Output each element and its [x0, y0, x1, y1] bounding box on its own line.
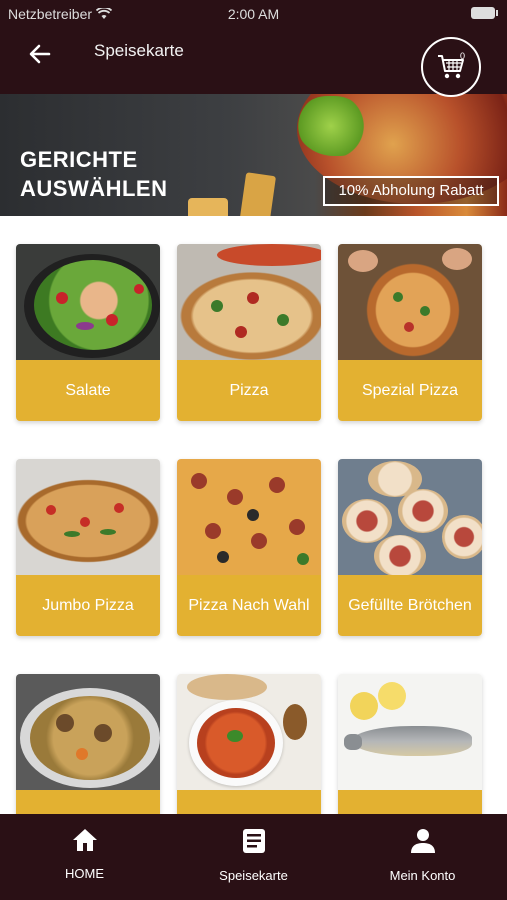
category-label: Salate	[16, 360, 160, 421]
category-card-pizza[interactable]: Pizza	[177, 244, 321, 421]
filled-rolls-image	[338, 459, 482, 575]
category-label: Gefüllte Brötchen	[338, 575, 482, 636]
jumbo-pizza-image	[16, 459, 160, 575]
cart-button[interactable]: 0	[421, 37, 481, 97]
category-label	[16, 790, 160, 814]
sauce-image	[177, 674, 321, 790]
nav-mein-konto[interactable]: Mein Konto	[338, 814, 507, 900]
category-label	[338, 790, 482, 814]
category-card-gefuellte-broetchen[interactable]: Gefüllte Brötchen	[338, 459, 482, 636]
category-label: Pizza	[177, 360, 321, 421]
home-icon	[72, 829, 97, 851]
pizza-image	[177, 244, 321, 360]
discount-badge: 10% Abholung Rabatt	[323, 176, 499, 206]
custom-pizza-image	[177, 459, 321, 575]
fries-image-2	[188, 198, 228, 216]
soup-image	[16, 674, 160, 790]
fish-image	[338, 674, 482, 790]
salad-image	[16, 244, 160, 360]
category-grid: Salate Pizza Spezial Pizza Jumbo Pizza P…	[0, 216, 507, 814]
app-bar: Speisekarte 0	[0, 28, 507, 97]
bottom-navigation: HOME Speisekarte Mein Konto	[0, 814, 507, 900]
category-label: Spezial Pizza	[338, 360, 482, 421]
category-card-fish[interactable]	[338, 674, 482, 814]
cart-count-badge: 0	[459, 51, 465, 61]
nav-mein-konto-label: Mein Konto	[389, 868, 456, 883]
category-card-pizza-nach-wahl[interactable]: Pizza Nach Wahl	[177, 459, 321, 636]
status-bar: Netzbetreiber 2:00 AM	[0, 0, 507, 28]
nav-speisekarte-label: Speisekarte	[219, 868, 288, 883]
promo-banner: GERICHTE AUSWÄHLEN 10% Abholung Rabatt	[0, 94, 507, 216]
nav-speisekarte[interactable]: Speisekarte	[169, 814, 338, 900]
banner-title: GERICHTE AUSWÄHLEN	[20, 145, 168, 203]
category-label: Pizza Nach Wahl	[177, 575, 321, 636]
category-card-spezial-pizza[interactable]: Spezial Pizza	[338, 244, 482, 421]
back-button[interactable]	[22, 36, 58, 72]
category-card-sauce[interactable]	[177, 674, 321, 814]
clock: 2:00 AM	[227, 6, 280, 22]
category-card-jumbo-pizza[interactable]: Jumbo Pizza	[16, 459, 160, 636]
category-label: Jumbo Pizza	[16, 575, 160, 636]
account-icon	[410, 829, 435, 853]
banner-title-line1: GERICHTE	[20, 147, 138, 172]
category-label	[177, 790, 321, 814]
battery-icon	[471, 7, 498, 19]
menu-book-icon	[242, 829, 265, 853]
nav-home-label: HOME	[65, 866, 104, 881]
page-title: Speisekarte	[94, 41, 184, 60]
nav-home[interactable]: HOME	[0, 814, 169, 900]
arrow-left-icon	[29, 44, 51, 64]
special-pizza-image	[338, 244, 482, 360]
fries-image	[237, 172, 277, 216]
category-card-salate[interactable]: Salate	[16, 244, 160, 421]
category-card-soup[interactable]	[16, 674, 160, 814]
banner-title-line2: AUSWÄHLEN	[20, 176, 168, 201]
